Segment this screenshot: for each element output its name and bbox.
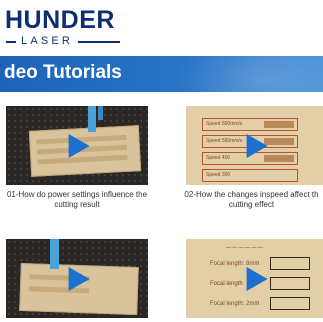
speed-label-2: Speed 500mm/s [206, 138, 243, 144]
speed-label-1: Speed 600mm/s [206, 121, 243, 127]
brand-sub-row: LASER [6, 35, 121, 47]
brand-sub: LASER [21, 35, 74, 47]
play-icon[interactable] [68, 266, 90, 291]
focal-label-2: Focal length [210, 281, 243, 287]
focal-box-1 [270, 257, 310, 270]
video-thumbnail-1[interactable] [6, 106, 148, 185]
play-icon[interactable] [68, 133, 90, 158]
video-thumbnail-3[interactable] [6, 239, 148, 318]
video-caption-1[interactable]: 01-How do power settings influence the c… [2, 190, 152, 210]
play-icon[interactable] [246, 266, 268, 291]
brand-name: HUNDER [5, 6, 115, 34]
laser-head [88, 106, 96, 132]
board-heading: — — — — — — [226, 245, 263, 251]
focal-label-3: Focal length: 2mm [210, 301, 260, 307]
brand-logo[interactable]: HUNDER LASER [5, 6, 121, 47]
section-title-bar: deo Tutorials [0, 56, 323, 92]
logo-divider-right [78, 40, 121, 43]
speed-label-3: Speed 400 [206, 155, 231, 161]
video-caption-2[interactable]: 02-How the changes inspeed affect th cut… [180, 190, 323, 210]
laser-head-arm [98, 106, 103, 120]
speed-label-4: Speed 300 [206, 172, 231, 178]
focal-box-2 [270, 277, 310, 290]
logo-divider-left [6, 40, 16, 43]
video-thumbnail-2[interactable]: Speed 600mm/s Speed 500mm/s Speed 400 Sp… [186, 106, 323, 185]
laser-head [50, 239, 59, 269]
play-icon[interactable] [246, 133, 268, 158]
focal-box-3 [270, 297, 310, 310]
page-title: deo Tutorials [4, 62, 122, 83]
video-thumbnail-4[interactable]: — — — — — — Focal length: 8mm Focal leng… [186, 239, 323, 318]
